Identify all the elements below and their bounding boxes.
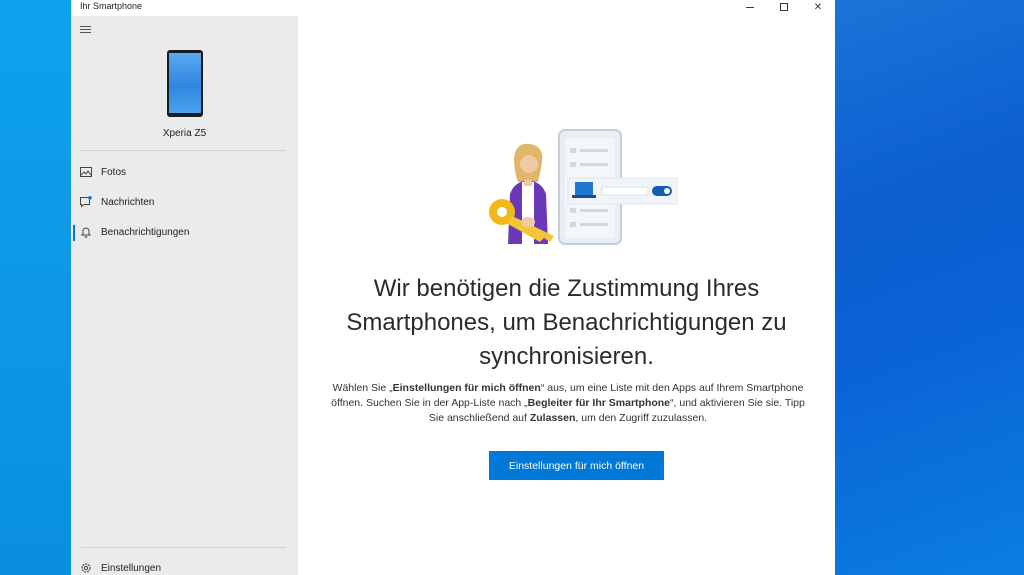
- title-bar[interactable]: Ihr Smartphone ✕: [71, 0, 835, 16]
- sidebar-item-label: Benachrichtigungen: [101, 227, 190, 238]
- description-line: öffnen. Suchen Sie in der App-Liste nach…: [331, 397, 805, 409]
- maximize-icon: [780, 3, 788, 11]
- headline-line: Wir benötigen die Zustimmung Ihres: [373, 275, 760, 302]
- photo-icon: [80, 167, 92, 177]
- sidebar: Xperia Z5 Fotos Nachrichten Benachrichti…: [71, 16, 298, 575]
- minimize-icon: [746, 6, 754, 8]
- open-settings-button[interactable]: Einstellungen für mich öffnen: [489, 451, 664, 480]
- sidebar-item-label: Fotos: [101, 167, 127, 178]
- hamburger-menu-icon[interactable]: [80, 26, 94, 36]
- description: Wählen Sie „Einstellungen für mich öffne…: [318, 381, 818, 426]
- bold-text: Einstellungen für mich öffnen: [392, 382, 541, 394]
- close-button[interactable]: ✕: [801, 0, 835, 14]
- headline-line: synchronisieren.: [479, 343, 654, 370]
- headline: Wir benötigen die Zustimmung Ihres Smart…: [298, 272, 835, 374]
- device-name: Xperia Z5: [162, 128, 207, 139]
- desktop-background-right: [835, 0, 1024, 575]
- settings-label: Einstellungen: [101, 563, 162, 574]
- gear-icon: [81, 563, 91, 573]
- app-window: Ihr Smartphone ✕ Xperia Z5 Fotos Nachric…: [71, 0, 835, 575]
- description-line: Wählen Sie „Einstellungen für mich öffne…: [332, 382, 804, 394]
- sidebar-item-benachrichtigungen[interactable]: Benachrichtigungen: [71, 221, 298, 245]
- desktop-background-left: [0, 0, 71, 575]
- headline-line: Smartphones, um Benachrichtigungen zu: [346, 309, 787, 336]
- minimize-button[interactable]: [733, 0, 767, 14]
- sidebar-item-nachrichten[interactable]: Nachrichten: [71, 191, 298, 215]
- sidebar-item-fotos[interactable]: Fotos: [71, 161, 298, 185]
- main-content: Wir benötigen die Zustimmung Ihres Smart…: [298, 16, 835, 575]
- description-line: Sie anschließend auf Zulassen, um den Zu…: [428, 412, 708, 424]
- sidebar-item-settings[interactable]: Einstellungen: [71, 557, 298, 575]
- sidebar-item-label: Nachrichten: [101, 197, 155, 208]
- active-indicator: [73, 225, 75, 241]
- message-icon: [80, 196, 92, 208]
- divider: [81, 150, 286, 151]
- permission-illustration: [489, 129, 678, 245]
- divider: [81, 547, 286, 548]
- window-title: Ihr Smartphone: [80, 1, 143, 11]
- phone-icon: [167, 50, 203, 117]
- close-icon: ✕: [813, 1, 823, 13]
- bell-icon: [80, 227, 92, 238]
- bold-text: Zulassen: [529, 412, 576, 424]
- bold-text: Begleiter für Ihr Smartphone: [527, 397, 671, 409]
- maximize-button[interactable]: [767, 0, 801, 14]
